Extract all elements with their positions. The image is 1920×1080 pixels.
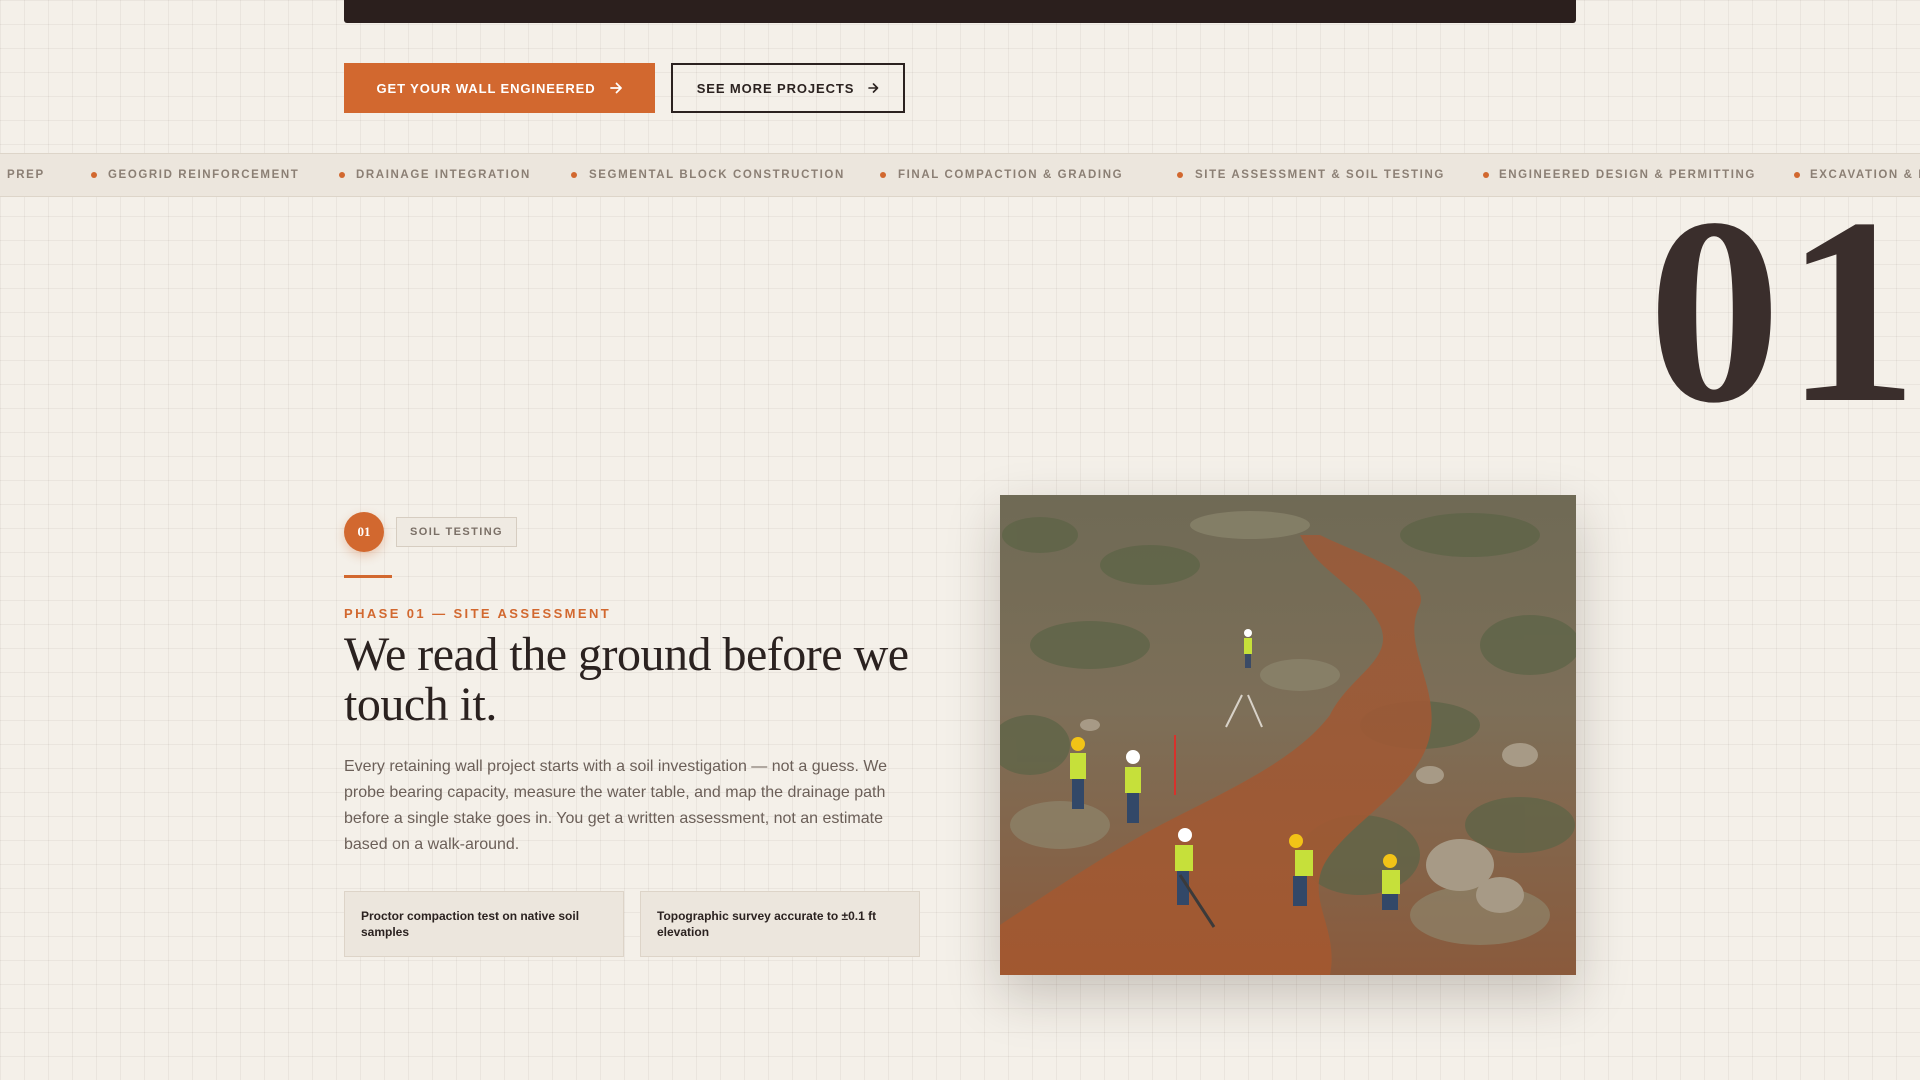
ticker-item: SEGMENTAL BLOCK CONSTRUCTION — [589, 169, 845, 181]
fact-text: Proctor compaction test on native soil s… — [361, 909, 580, 939]
phase-headline: We read the ground before we touch it. — [344, 628, 909, 731]
dot-icon — [339, 172, 345, 178]
see-more-projects-button[interactable]: SEE MORE PROJECTS — [671, 63, 905, 113]
phase-description: Every retaining wall project starts with… — [344, 758, 888, 853]
ticker-item: DRAINAGE INTEGRATION — [356, 169, 531, 181]
ticker-item: SITE ASSESSMENT & SOIL TESTING — [1195, 169, 1445, 181]
dot-icon — [91, 172, 97, 178]
arrow-right-icon — [868, 83, 879, 93]
primary-button-label: GET YOUR WALL ENGINEERED — [376, 80, 596, 96]
phase-eyebrow: PHASE 01 — SITE ASSESSMENT — [344, 606, 612, 621]
accent-divider — [344, 575, 392, 578]
dot-icon — [571, 172, 577, 178]
site-survey-photo — [1000, 495, 1576, 975]
dot-icon — [1483, 172, 1489, 178]
dot-icon — [880, 172, 886, 178]
fact-text: Topographic survey accurate to ±0.1 ft e… — [657, 909, 877, 939]
services-ticker: PREP GEOGRID REINFORCEMENT DRAINAGE INTE… — [0, 153, 1920, 197]
arrow-right-icon — [609, 82, 623, 94]
top-dark-bar — [344, 0, 1576, 23]
ticker-item: FINAL COMPACTION & GRADING — [898, 169, 1124, 181]
fact-card: Topographic survey accurate to ±0.1 ft e… — [640, 891, 920, 957]
get-wall-engineered-button[interactable]: GET YOUR WALL ENGINEERED — [344, 63, 655, 113]
fact-card: Proctor compaction test on native soil s… — [344, 891, 624, 957]
phase-tag: SOIL TESTING — [396, 517, 517, 547]
step-number-badge: 01 — [344, 512, 384, 552]
ticker-item: GEOGRID REINFORCEMENT — [108, 169, 300, 181]
phase-big-number: 01 — [1648, 163, 1920, 458]
ticker-item: PREP — [7, 169, 45, 181]
dot-icon — [1177, 172, 1183, 178]
secondary-button-label: SEE MORE PROJECTS — [696, 80, 855, 96]
